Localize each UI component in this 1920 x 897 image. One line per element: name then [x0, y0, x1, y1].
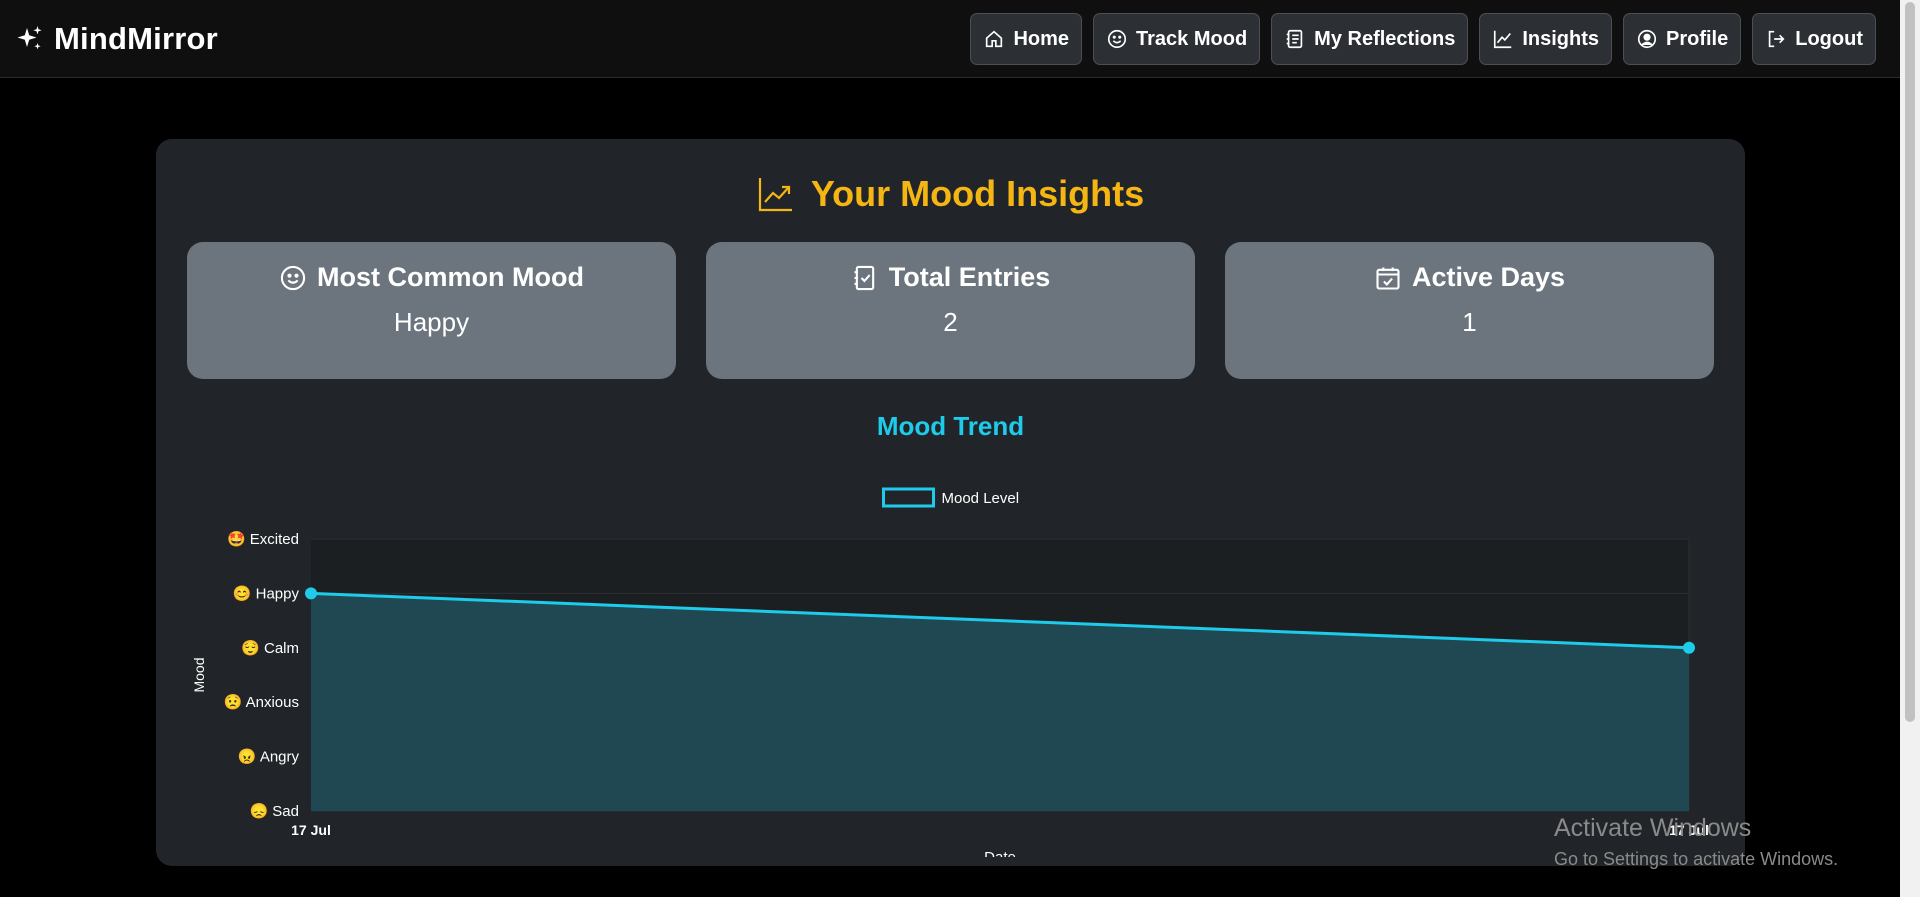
logout-icon [1769, 30, 1785, 48]
data-point [1683, 641, 1695, 654]
y-tick-label: 🤩 Excited [227, 530, 299, 548]
page-title-text: Your Mood Insights [810, 173, 1145, 214]
insights-card: Your Mood Insights Most Common Mood Happ… [156, 139, 1745, 866]
nav-profile-button[interactable]: Profile [1623, 13, 1742, 65]
nav-my-reflections-button[interactable]: My Reflections [1271, 13, 1469, 65]
stat-value: Happy [393, 307, 470, 337]
journal-check-icon [854, 265, 874, 290]
mood-trend-chart: 😞 Sad 😠 Angry 😟 Anxious 😌 Calm 😊 Happy 🤩 Exci… [191, 487, 1709, 857]
chart-title: Mood Trend [876, 411, 1025, 441]
activate-windows-watermark: Activate Windows Go to Settings to activ… [1554, 814, 1838, 870]
smiley-icon [280, 265, 306, 290]
navbar: MindMirror Home Track Mood My Reflection… [0, 0, 1900, 78]
nav-profile-label: Profile [1666, 27, 1729, 50]
stat-value: 2 [943, 307, 958, 337]
journal-icon [1286, 29, 1303, 49]
stat-active-days: Active Days 1 [1225, 242, 1714, 379]
nav-my-reflections-label: My Reflections [1314, 27, 1456, 50]
smiley-icon [1107, 29, 1127, 49]
stat-total-entries: Total Entries 2 [706, 242, 1195, 379]
stat-label: Active Days [1411, 262, 1566, 292]
person-circle-icon [1637, 29, 1657, 49]
brand-name: MindMirror [54, 21, 218, 56]
house-icon [986, 30, 1003, 48]
brand[interactable]: MindMirror [16, 0, 218, 78]
sparkles-icon [17, 26, 42, 50]
nav-track-mood-button[interactable]: Track Mood [1093, 13, 1261, 65]
x-tick-label: 17 Jul [291, 822, 331, 838]
nav-logout-button[interactable]: Logout [1752, 13, 1876, 65]
y-axis-label: Mood [191, 657, 207, 692]
y-tick-label: 😞 Sad [249, 802, 299, 820]
stat-most-common-mood: Most Common Mood Happy [187, 242, 676, 379]
graph-up-icon [1494, 30, 1512, 49]
nav-home-button[interactable]: Home [970, 13, 1083, 65]
calendar-check-icon [1376, 267, 1400, 290]
y-tick-label: 😊 Happy [233, 584, 300, 602]
y-tick-label: 😟 Anxious [224, 693, 299, 711]
scroll-thumb[interactable] [1905, 2, 1915, 722]
nav-menu: Home Track Mood My Reflections Insights … [970, 13, 1876, 65]
nav-track-mood-label: Track Mood [1136, 27, 1248, 50]
stat-label: Most Common Mood [317, 262, 584, 292]
legend-swatch [882, 487, 935, 508]
graph-up-arrow-icon [758, 178, 792, 212]
data-point [305, 587, 317, 600]
page-title: Your Mood Insights [156, 173, 1745, 215]
y-tick-label: 😌 Calm [241, 639, 299, 657]
stats-row: Most Common Mood Happy Total Entries 2 A… [187, 242, 1714, 379]
stat-label: Total Entries [888, 262, 1051, 292]
legend-label: Mood Level [942, 490, 1020, 507]
watermark-line-2: Go to Settings to activate Windows. [1554, 849, 1839, 869]
nav-insights-label: Insights [1522, 27, 1599, 50]
nav-insights-button[interactable]: Insights [1479, 13, 1612, 65]
x-axis-label: Date [984, 849, 1016, 857]
nav-home-label: Home [1013, 27, 1070, 50]
watermark-line-1: Activate Windows [1554, 814, 1752, 842]
stat-value: 1 [1462, 307, 1477, 337]
page-scrollbar[interactable] [1900, 0, 1920, 897]
nav-logout-label: Logout [1795, 27, 1863, 50]
y-tick-label: 😠 Angry [238, 748, 300, 766]
